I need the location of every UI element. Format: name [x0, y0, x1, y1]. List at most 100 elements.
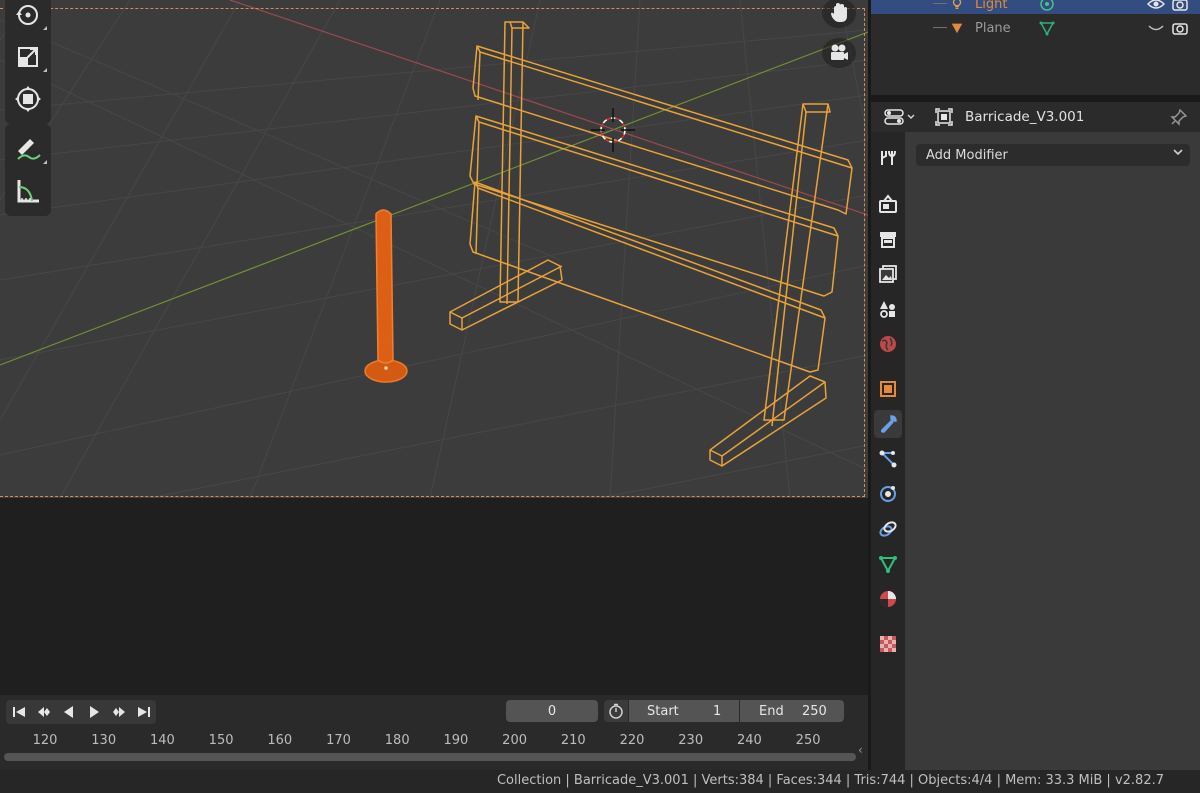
- editor-type-button[interactable]: [883, 108, 919, 126]
- object-name: Barricade_V3.001: [965, 109, 1085, 125]
- tab-material[interactable]: [874, 585, 902, 613]
- ruler-tick-label: 210: [560, 733, 586, 748]
- tab-object[interactable]: [874, 375, 902, 403]
- scale-icon: [18, 47, 38, 67]
- mesh-data-icon: [879, 556, 897, 574]
- chevron-down-icon: [1172, 146, 1184, 162]
- start-label: Start: [647, 703, 679, 719]
- annotate-icon: [17, 139, 41, 160]
- scene-canvas[interactable]: [0, 0, 868, 498]
- scene-icon: [880, 301, 895, 318]
- properties-tab-bar: [871, 132, 905, 770]
- physics-icon: [880, 486, 896, 502]
- measure-icon: [17, 180, 39, 203]
- properties-header: Barricade_V3.001: [871, 102, 1200, 132]
- tab-texture[interactable]: [874, 630, 902, 658]
- tab-tool[interactable]: [874, 144, 902, 172]
- render-camera-icon[interactable]: [1171, 0, 1189, 12]
- playback-controls: [6, 700, 156, 724]
- current-frame-value: 0: [547, 703, 557, 719]
- ruler-tick-label: 150: [208, 733, 234, 748]
- transform-icon: [15, 86, 41, 112]
- annotate-tool-button[interactable]: [5, 128, 51, 170]
- object-properties-icon: [880, 381, 896, 397]
- particles-icon: [879, 450, 897, 468]
- next-keyframe-button[interactable]: [106, 700, 131, 724]
- barricade-wireframe[interactable]: [449, 21, 853, 467]
- timeline: 0 Start 1 End 250 120 130 140 150 160 170 180 1…: [0, 695, 868, 770]
- eye-icon[interactable]: [1146, 0, 1166, 12]
- end-frame-field[interactable]: End 250: [740, 700, 844, 722]
- camera-icon: [831, 44, 848, 60]
- ruler-tick-label: 250: [795, 733, 821, 748]
- material-icon: [880, 591, 896, 607]
- transform-tool-button[interactable]: [5, 78, 51, 120]
- outliner: Light Plane: [871, 0, 1200, 95]
- timeline-scrollbar[interactable]: [4, 753, 856, 761]
- tab-modifiers[interactable]: [874, 410, 902, 438]
- ruler-tick-label: 220: [619, 733, 645, 748]
- status-bar: Collection | Barricade_V3.001 | Verts:38…: [0, 770, 1200, 793]
- outliner-row-light[interactable]: Light: [871, 0, 1200, 14]
- tab-output[interactable]: [874, 225, 902, 253]
- tab-render[interactable]: [874, 190, 902, 218]
- outliner-item-name: Light: [975, 0, 1008, 12]
- right-panel: Light Plane Barricade_V3.001 Add Modifie…: [868, 0, 1200, 770]
- preview-range-toggle[interactable]: [604, 700, 628, 722]
- next-keyframe-icon: [112, 707, 125, 717]
- jump-start-button[interactable]: [6, 700, 31, 724]
- render-icon: [879, 194, 897, 213]
- tab-particles[interactable]: [874, 445, 902, 473]
- play-button[interactable]: [81, 700, 106, 724]
- mesh-object-icon: [949, 20, 965, 36]
- add-modifier-dropdown[interactable]: Add Modifier: [916, 144, 1190, 166]
- tab-scene[interactable]: [874, 295, 902, 323]
- ruler-tick-label: 230: [678, 733, 704, 748]
- tab-constraints[interactable]: [874, 515, 902, 543]
- outliner-row-plane[interactable]: Plane: [871, 18, 1200, 38]
- annotate-toolbar: [5, 124, 51, 216]
- light-icon: [949, 0, 965, 12]
- stopwatch-icon: [609, 703, 623, 719]
- pin-icon[interactable]: [1170, 108, 1188, 126]
- jump-end-icon: [137, 707, 150, 717]
- constraints-icon: [879, 521, 897, 537]
- collapse-arrow-icon[interactable]: ‹: [858, 743, 863, 757]
- transform-toolbar: [5, 0, 51, 124]
- play-icon: [89, 706, 99, 718]
- frame-ruler[interactable]: 120 130 140 150 160 170 180 190 200 210 220 230 240 2…: [0, 731, 868, 753]
- current-frame-field[interactable]: 0: [506, 700, 598, 722]
- eye-closed-icon[interactable]: [1147, 20, 1165, 36]
- tab-physics[interactable]: [874, 480, 902, 508]
- light-data-icon: [1039, 0, 1055, 12]
- jump-start-icon: [12, 707, 25, 717]
- 3d-viewport[interactable]: [0, 0, 868, 498]
- render-camera-icon[interactable]: [1171, 20, 1189, 36]
- end-label: End: [759, 703, 784, 719]
- start-frame-field[interactable]: Start 1: [629, 700, 739, 722]
- measure-tool-button[interactable]: [5, 170, 51, 212]
- wrench-icon: [880, 415, 897, 433]
- end-value: 250: [802, 703, 827, 719]
- scale-tool-button[interactable]: [5, 36, 51, 78]
- jump-end-button[interactable]: [131, 700, 156, 724]
- output-icon: [880, 232, 896, 248]
- rotate-icon: [16, 5, 38, 25]
- tab-view-layer[interactable]: [874, 260, 902, 288]
- ruler-tick-label: 120: [32, 733, 58, 748]
- play-reverse-icon: [63, 706, 73, 718]
- ruler-tick-label: 170: [326, 733, 351, 748]
- tab-world[interactable]: [874, 330, 902, 358]
- ruler-tick-label: 160: [267, 733, 293, 748]
- ruler-tick-label: 200: [502, 733, 528, 748]
- tab-object-data[interactable]: [874, 550, 902, 578]
- ruler-tick-label: 190: [443, 733, 469, 748]
- rotate-tool-button[interactable]: [5, 0, 51, 36]
- outliner-item-name: Plane: [975, 20, 1011, 36]
- ruler-tick-label: 140: [149, 733, 175, 748]
- play-reverse-button[interactable]: [56, 700, 81, 724]
- x-axis-line: [229, 0, 868, 216]
- camera-view-button[interactable]: [822, 38, 856, 68]
- world-icon: [880, 336, 896, 352]
- prev-keyframe-button[interactable]: [31, 700, 56, 724]
